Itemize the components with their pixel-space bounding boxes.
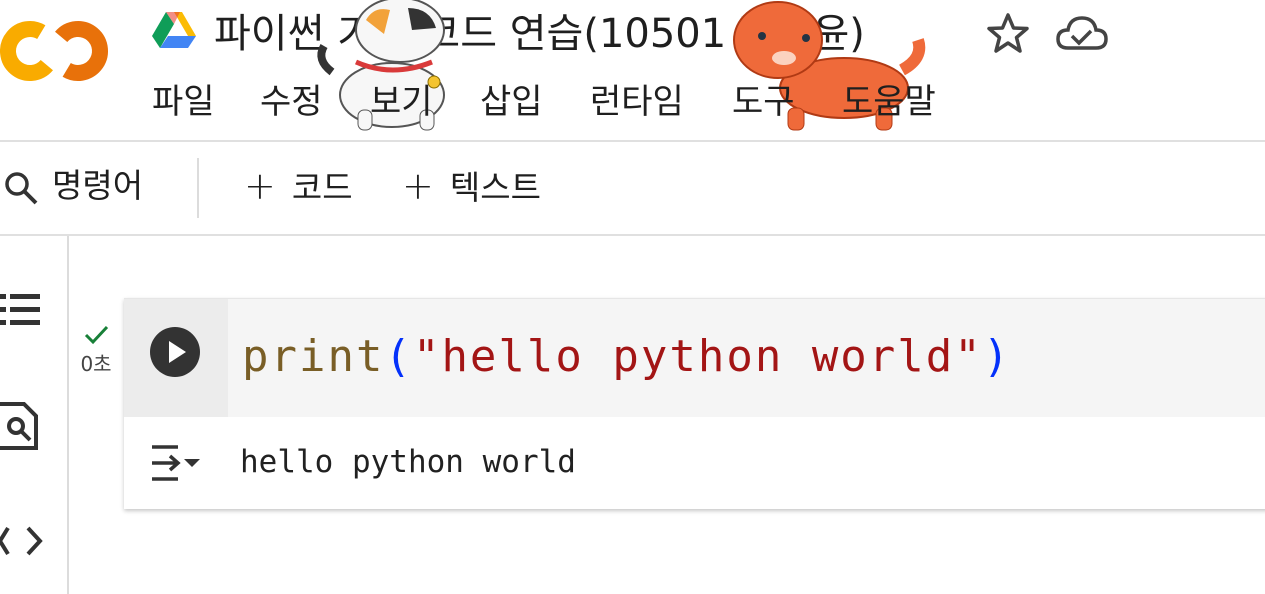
toolbar: 명령어 + 코드 + 텍스트 [0,142,1265,234]
menu-tools[interactable]: 도구 [732,80,795,124]
sidebar-divider [67,236,69,594]
menu-file[interactable]: 파일 [152,80,215,124]
toolbar-separator [197,158,199,218]
code-editor[interactable]: print("hello python world") [228,299,1265,417]
add-code-button[interactable]: + 코드 [244,164,353,208]
output-actions-icon[interactable] [148,439,204,487]
command-palette-button[interactable]: 명령어 [52,164,143,208]
add-code-label: 코드 [291,168,353,207]
add-text-button[interactable]: + 텍스트 [402,164,541,208]
menu-view[interactable]: 보기 [370,80,433,124]
plus-icon: + [244,164,276,208]
left-sidebar [0,236,68,594]
code-snippets-icon[interactable] [0,524,44,558]
cell-gutter [124,299,228,417]
code-line: print("hello python world") [242,329,1011,385]
colab-logo[interactable] [0,18,110,84]
add-text-label: 텍스트 [449,168,541,207]
search-icon[interactable] [2,169,40,207]
star-icon[interactable] [986,12,1030,56]
find-icon[interactable] [0,400,44,452]
code-token-paren-close: ) [982,331,1012,382]
play-icon [169,341,186,363]
code-token-string: "hello python world" [412,331,983,382]
code-cell[interactable]: print("hello python world") hello python… [124,298,1265,509]
code-token-function: print [242,331,385,382]
check-icon [84,325,109,345]
cell-output: hello python world [240,444,576,480]
run-cell-button[interactable] [150,327,200,377]
cloud-saved-icon[interactable] [1054,12,1108,56]
execution-time: 0초 [80,352,112,376]
menu-runtime[interactable]: 런타임 [590,80,684,124]
menu-insert[interactable]: 삽입 [480,80,543,124]
menu-help[interactable]: 도움말 [842,80,936,124]
table-of-contents-icon[interactable] [0,288,44,332]
plus-icon: + [402,164,434,208]
code-token-paren-open: ( [384,331,413,382]
menu-edit[interactable]: 수정 [260,80,323,124]
execution-status: 0초 [74,322,118,376]
toolbar-divider [0,234,1265,236]
google-drive-icon[interactable] [152,10,196,50]
